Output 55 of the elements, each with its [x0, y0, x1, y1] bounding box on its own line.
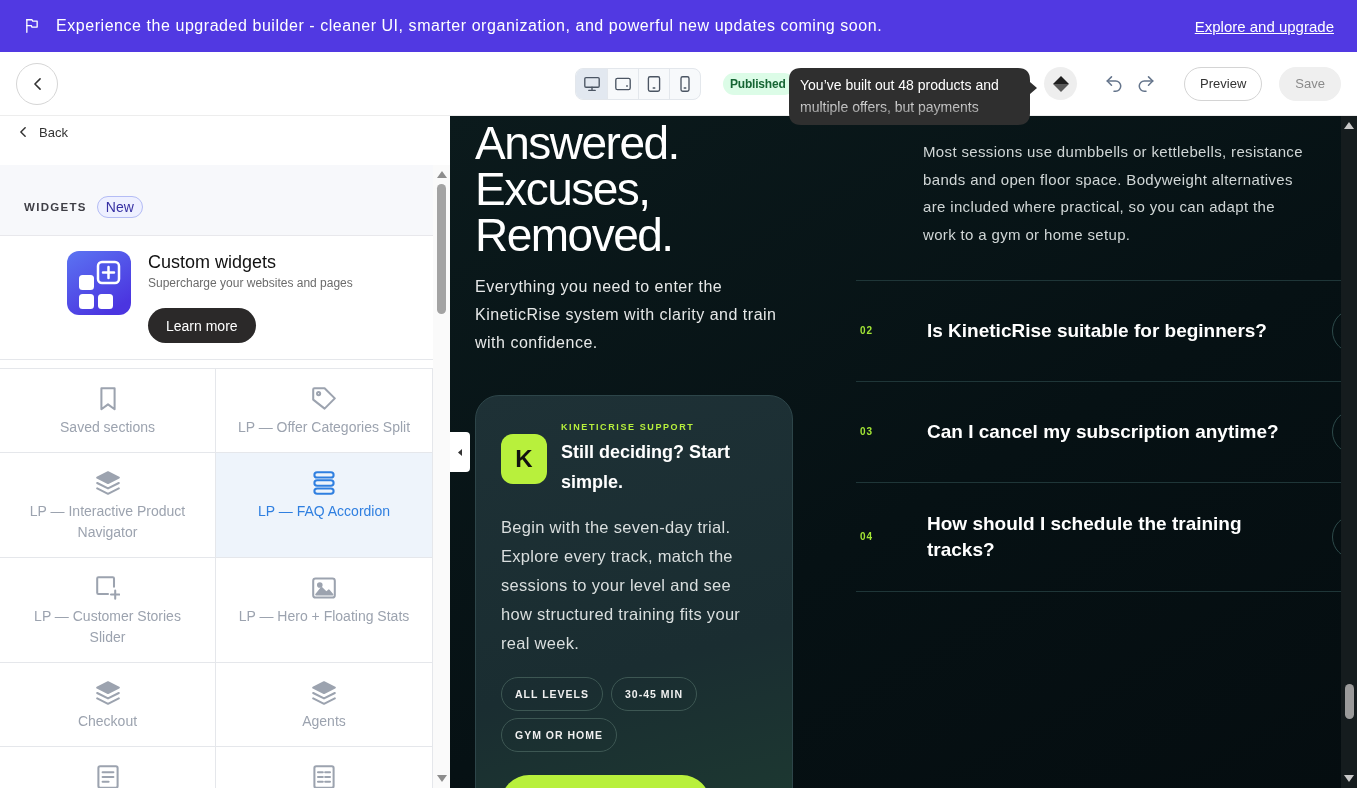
faq-number: 04 — [859, 531, 875, 543]
card-title: Still deciding? Start simple. — [561, 441, 731, 494]
undo-icon[interactable] — [1106, 75, 1123, 92]
scroll-down-icon[interactable] — [1344, 775, 1354, 782]
promo-subtitle: Supercharge your websites and pages — [148, 275, 353, 291]
tag-icon — [312, 387, 336, 411]
card-eyebrow: KINETICRISE SUPPORT — [561, 421, 696, 434]
phone-icon — [677, 75, 693, 92]
promo-title: Custom widgets — [148, 251, 277, 273]
layers-icon — [312, 681, 336, 705]
banner-message: Experience the upgraded builder - cleaner UI, smarter organization, and powerful new updates coming soon. — [56, 17, 884, 35]
hero-heading: Answered. Excuses, Removed. — [475, 120, 680, 258]
layers-icon — [95, 471, 120, 495]
card-body: Begin with the seven-day trial. Explore every track, match the sessions to your level and see how structured training fits your real week. — [501, 517, 742, 654]
document-icon — [95, 765, 120, 788]
redo-icon[interactable] — [1138, 75, 1155, 92]
desktop-icon — [583, 75, 600, 92]
collapse-handle[interactable] — [450, 432, 470, 472]
faq-number: 03 — [859, 426, 875, 438]
scrollbar-thumb[interactable] — [437, 184, 446, 314]
image-icon — [312, 576, 336, 600]
hero-intro: Everything you need to enter the KineticRise system with clarity and train with confidence. — [475, 277, 778, 353]
widget-tile[interactable]: Saved sections — [0, 369, 216, 453]
scroll-up-icon[interactable] — [1344, 122, 1354, 129]
tablet-icon — [646, 75, 662, 92]
back-link[interactable]: Back — [20, 123, 68, 141]
learn-more-button[interactable]: Learn more — [148, 308, 256, 343]
caret-left-icon — [458, 448, 462, 456]
diamond-button[interactable] — [1044, 67, 1078, 100]
preview-button[interactable]: Preview — [1184, 66, 1263, 101]
chevron-left-icon — [20, 127, 26, 137]
layers-icon — [95, 681, 120, 705]
faq-question[interactable]: How should I schedule the training tracks? — [927, 510, 1287, 563]
widget-tile[interactable]: Checkout — [0, 663, 216, 747]
widget-tile[interactable]: LP — FAQ Accordion — [216, 453, 433, 558]
new-badge: New — [96, 196, 143, 218]
list-icon — [312, 765, 336, 788]
faq-question[interactable]: Is KineticRise suitable for beginners? — [927, 317, 1287, 344]
widgets-icon — [67, 251, 131, 315]
diamond-icon — [1052, 75, 1069, 92]
stacked-bars-icon — [312, 471, 336, 495]
tablet-landscape-icon — [615, 75, 631, 92]
widget-tile[interactable]: LP — Customer Stories Slider — [0, 558, 216, 663]
banner-link[interactable]: Explore and upgrade — [1194, 17, 1334, 35]
faq-answer: Most sessions use dumbbells or kettlebells, resistance bands and open floor space. Bodyweight alternatives are included where practical, so you can adapt the work to a gym or home setup. — [923, 142, 1304, 246]
flag-icon — [25, 19, 39, 33]
square-plus-icon — [95, 576, 120, 600]
faq-number: 02 — [859, 325, 875, 337]
device-tab[interactable] — [576, 68, 607, 99]
avatar: K — [501, 433, 547, 484]
tooltip: You’ve built out 48 products and multiple offers, but payments — [789, 68, 1037, 125]
scrollbar-thumb[interactable] — [1344, 684, 1354, 719]
faq-question[interactable]: Can I cancel my subscription anytime? — [927, 418, 1287, 445]
section-title: WIDGETS — [24, 201, 87, 213]
chevron-left-icon — [33, 77, 41, 90]
